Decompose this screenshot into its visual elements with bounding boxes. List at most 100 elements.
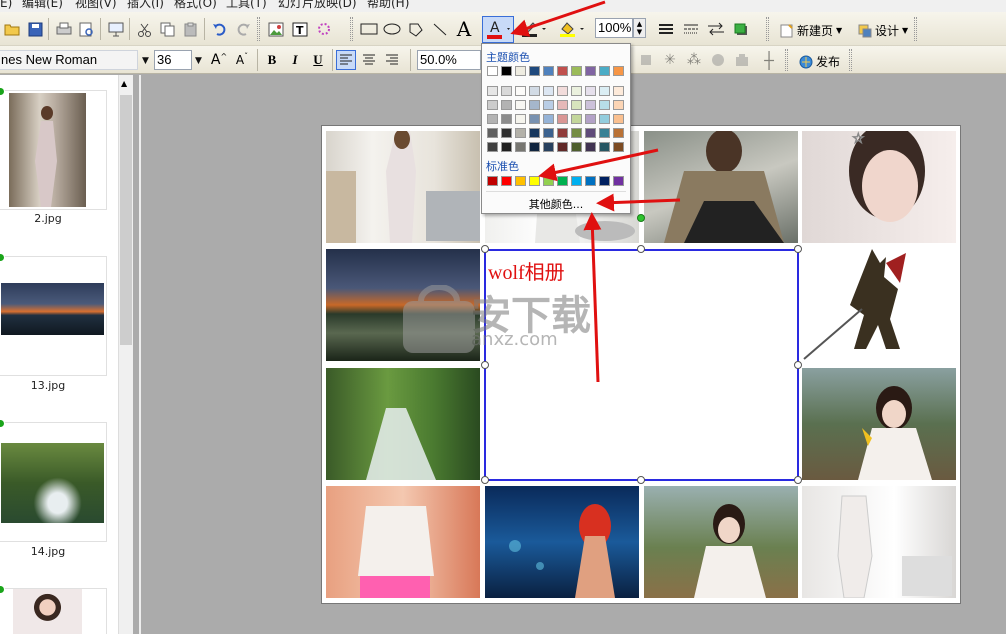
theme-tint-swatch[interactable] [599,114,610,124]
font-name-dropdown-icon[interactable]: ▼ [142,56,149,66]
resize-handle-s[interactable] [637,476,645,484]
resize-handle-n[interactable] [637,245,645,253]
theme-tint-swatch[interactable] [487,100,498,110]
align-center-icon[interactable] [359,50,379,70]
redo-icon[interactable] [233,19,253,39]
theme-tint-swatch[interactable] [613,128,624,138]
theme-color-swatch[interactable] [515,66,526,76]
effects-icon[interactable] [314,19,334,39]
italic-button[interactable]: I [285,50,305,70]
scroll-up-icon[interactable]: ▲ [121,79,127,88]
thumbnail-scrollbar[interactable]: ▲ [118,75,133,634]
theme-tint-swatch[interactable] [515,128,526,138]
menu-format[interactable]: 格式(O) [174,0,217,10]
insert-picture-icon[interactable] [266,19,286,39]
theme-tint-swatch[interactable] [557,128,568,138]
rectangle-icon[interactable] [359,19,379,39]
theme-tint-swatch[interactable] [487,114,498,124]
menu-slideshow[interactable]: 幻灯片放映(D) [278,0,357,10]
font-size-dropdown-icon[interactable]: ▼ [195,56,202,66]
theme-tint-swatch[interactable] [487,142,498,152]
standard-color-swatch[interactable] [599,176,610,186]
arrow-style-icon[interactable] [706,19,726,39]
wordart-icon[interactable]: A [453,17,475,41]
theme-tint-swatch[interactable] [501,86,512,96]
thumbnail-slide-next[interactable] [0,585,107,634]
resize-handle-w[interactable] [481,361,489,369]
font-size-input[interactable]: 36 [154,50,192,70]
theme-tint-swatch[interactable] [585,128,596,138]
theme-tint-swatch[interactable] [543,128,554,138]
photo-warrior-character[interactable] [802,249,956,361]
theme-tint-swatch[interactable] [571,86,582,96]
photo-mermaid-fantasy[interactable] [485,486,639,598]
menu-view[interactable]: 视图(V) [75,0,117,10]
font-color-button[interactable]: A [482,16,514,43]
photo-woman-white-shorts[interactable] [802,486,956,598]
photo-waterfall[interactable] [326,368,480,480]
theme-tint-swatch[interactable] [501,114,512,124]
theme-tint-swatch[interactable] [529,142,540,152]
slide-title-text[interactable]: wolf相册 [488,256,565,285]
resize-handle-nw[interactable] [481,245,489,253]
theme-tint-swatch[interactable] [487,86,498,96]
theme-tint-swatch[interactable] [529,86,540,96]
standard-color-swatch[interactable] [571,176,582,186]
print-preview-icon[interactable] [77,19,97,39]
menu-insert[interactable]: 插入(I) [127,0,164,10]
ellipse-icon[interactable] [382,19,402,39]
standard-color-swatch[interactable] [585,176,596,186]
standard-color-swatch[interactable] [529,176,540,186]
font-name-input[interactable]: nes New Roman [0,50,138,70]
open-icon[interactable] [2,19,22,39]
align-right-icon[interactable] [382,50,402,70]
freeform-icon[interactable] [406,19,426,39]
paste-icon[interactable] [181,19,201,39]
publish-button[interactable]: 发布 [799,53,840,70]
new-page-button[interactable]: 新建页 ▼ [780,22,842,39]
theme-tint-swatch[interactable] [585,100,596,110]
theme-tint-swatch[interactable] [571,100,582,110]
line-color-button[interactable] [518,19,550,39]
line-weight-icon[interactable] [656,19,676,39]
theme-tint-swatch[interactable] [543,114,554,124]
theme-tint-swatch[interactable] [487,128,498,138]
theme-color-swatch[interactable] [501,66,512,76]
thumbnail-slide-2[interactable] [0,87,107,210]
menu-file[interactable]: E) [0,0,12,10]
theme-tint-swatch[interactable] [613,114,624,124]
theme-tint-swatch[interactable] [571,128,582,138]
shadow-icon[interactable] [731,19,751,39]
photo-woman-knit-sweater[interactable] [644,131,798,243]
standard-color-swatch[interactable] [613,176,624,186]
thumbnail-slide-13[interactable] [0,253,107,376]
theme-tint-swatch[interactable] [501,100,512,110]
theme-tint-swatch[interactable] [543,86,554,96]
theme-tint-swatch[interactable] [501,142,512,152]
zoom-spinner[interactable]: ▲ ▼ [633,18,646,38]
resize-handle-se[interactable] [794,476,802,484]
theme-tint-swatch[interactable] [599,86,610,96]
resize-handle-e[interactable] [794,361,802,369]
align-left-icon[interactable] [336,50,356,70]
menu-tools[interactable]: 工具(T) [226,0,267,10]
thumbnail-slide-14[interactable] [0,419,107,542]
theme-tint-swatch[interactable] [557,142,568,152]
theme-tint-swatch[interactable] [599,128,610,138]
cut-icon[interactable] [135,19,155,39]
slideshow-icon[interactable] [106,19,126,39]
resize-handle-ne[interactable] [794,245,802,253]
standard-color-swatch[interactable] [543,176,554,186]
undo-icon[interactable] [210,19,230,39]
rotate-handle[interactable] [637,214,645,222]
dash-style-icon[interactable] [681,19,701,39]
standard-color-swatch[interactable] [501,176,512,186]
line-spacing-input[interactable]: 50.0% [417,50,481,70]
theme-tint-swatch[interactable] [585,142,596,152]
theme-color-swatch[interactable] [487,66,498,76]
theme-tint-swatch[interactable] [515,86,526,96]
theme-tint-swatch[interactable] [599,100,610,110]
theme-color-swatch[interactable] [571,66,582,76]
stamp-icon[interactable] [732,50,752,70]
photo-woman-autumn-leaf[interactable] [802,368,956,480]
